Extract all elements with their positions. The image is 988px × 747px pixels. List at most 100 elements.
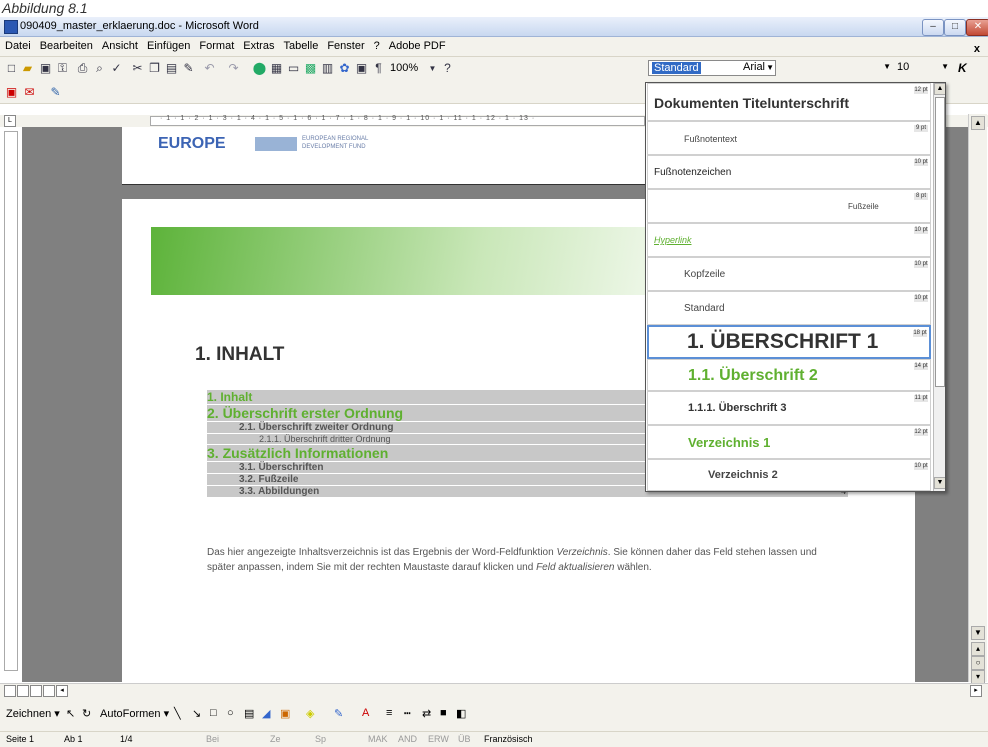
menu-einfuegen[interactable]: Einfügen: [142, 37, 194, 52]
line-icon[interactable]: ╲: [174, 707, 181, 720]
style-option[interactable]: 1.1. Überschrift 2 14 pt: [647, 359, 931, 391]
tab-selector-icon[interactable]: L: [4, 115, 16, 127]
spelling-icon[interactable]: ✓: [109, 61, 124, 76]
zoom-value[interactable]: 100%: [390, 62, 418, 74]
rectangle-icon[interactable]: □: [210, 707, 217, 719]
print-icon[interactable]: ⎙: [75, 61, 90, 76]
cut-icon[interactable]: ✂: [130, 61, 145, 76]
style-option[interactable]: Standard 10 pt: [647, 291, 931, 325]
style-option[interactable]: 1.1.1. Überschrift 3 11 pt: [647, 391, 931, 425]
textbox-icon[interactable]: ▤: [244, 707, 254, 720]
line-style-icon[interactable]: ≡: [386, 707, 392, 719]
undo-icon[interactable]: ↶: [202, 61, 217, 76]
draw-menu-button[interactable]: Zeichnen ▾: [6, 707, 60, 720]
permission-icon[interactable]: ⚿: [55, 61, 70, 76]
menu-extras[interactable]: Extras: [238, 37, 278, 52]
document-map-icon[interactable]: ▣: [354, 61, 369, 76]
style-option[interactable]: Verzeichnis 1 12 pt: [647, 425, 931, 459]
3d-icon[interactable]: ◧: [456, 707, 466, 720]
style-list-scrollbar[interactable]: ▲ ▼: [933, 83, 945, 491]
show-formatting-icon[interactable]: ¶: [371, 61, 386, 76]
format-painter-icon[interactable]: ✎: [181, 61, 196, 76]
outline-view-icon[interactable]: [43, 685, 55, 697]
normal-view-icon[interactable]: [4, 685, 16, 697]
save-icon[interactable]: ▣: [38, 61, 53, 76]
italic-button[interactable]: K: [958, 61, 967, 75]
dash-style-icon[interactable]: ┅: [404, 707, 411, 720]
insert-excel-icon[interactable]: ▩: [303, 61, 318, 76]
scroll-up-icon[interactable]: ▲: [971, 116, 985, 130]
style-option[interactable]: Fußnotentext 9 pt: [647, 121, 931, 155]
line-color-icon[interactable]: ✎: [334, 707, 343, 720]
style-option[interactable]: Hyperlink 10 pt: [647, 223, 931, 257]
font-color-icon[interactable]: A: [362, 707, 369, 719]
scroll-thumb[interactable]: [935, 97, 945, 387]
font-size-combo[interactable]: 10 ▼: [894, 60, 950, 76]
vertical-ruler[interactable]: [4, 131, 18, 671]
copy-icon[interactable]: ❐: [147, 61, 162, 76]
status-overtype[interactable]: ÜB: [458, 734, 471, 744]
style-option[interactable]: Dokumenten Titelunterschrift 12 pt: [647, 83, 931, 121]
menu-ansicht[interactable]: Ansicht: [97, 37, 142, 52]
pdf-email-icon[interactable]: ✉: [22, 85, 37, 100]
scroll-right-icon[interactable]: ▸: [970, 685, 982, 697]
wordart-icon[interactable]: ◢: [262, 707, 270, 720]
table-icon[interactable]: ▦: [269, 61, 284, 76]
style-option[interactable]: Verzeichnis 2 10 pt: [647, 459, 931, 491]
print-layout-view-icon[interactable]: [30, 685, 42, 697]
browse-object-icon[interactable]: ○: [971, 656, 985, 670]
menu-fenster[interactable]: Fenster: [322, 37, 368, 52]
scroll-up-icon[interactable]: ▲: [934, 83, 945, 95]
status-track-changes[interactable]: AND: [398, 734, 417, 744]
open-folder-icon[interactable]: ▰: [20, 61, 35, 76]
rotate-icon[interactable]: ↻: [82, 707, 91, 720]
paste-icon[interactable]: ▤: [164, 61, 179, 76]
new-document-icon[interactable]: □: [4, 61, 19, 76]
columns-icon[interactable]: ▥: [320, 61, 335, 76]
menu-format[interactable]: Format: [194, 37, 238, 52]
web-layout-view-icon[interactable]: [17, 685, 29, 697]
close-document-button[interactable]: x: [969, 40, 984, 55]
body-paragraph[interactable]: Das hier angezeigte Inhaltsverzeichnis i…: [207, 545, 827, 575]
next-page-icon[interactable]: ▾: [971, 670, 985, 684]
horizontal-scrollbar[interactable]: ◂ ▸: [0, 683, 988, 698]
status-macro[interactable]: MAK: [368, 734, 388, 744]
arrow-icon[interactable]: ↘: [192, 707, 201, 720]
insert-table-icon[interactable]: ▭: [286, 61, 301, 76]
font-combo[interactable]: Arial ▼: [740, 60, 892, 76]
arrow-style-icon[interactable]: ⇄: [422, 707, 431, 720]
redo-icon[interactable]: ↷: [226, 61, 241, 76]
style-option[interactable]: Fußzeile 8 pt: [647, 189, 931, 223]
fill-color-icon[interactable]: ◈: [306, 707, 314, 720]
minimize-button[interactable]: –: [922, 19, 944, 36]
clipart-icon[interactable]: ▣: [280, 707, 290, 720]
help-icon[interactable]: ?: [440, 61, 455, 76]
oval-icon[interactable]: ○: [227, 707, 234, 719]
previous-page-icon[interactable]: ▴: [971, 642, 985, 656]
drawing-icon[interactable]: ✿: [337, 61, 352, 76]
menu-help[interactable]: ?: [369, 37, 384, 52]
scroll-down-icon[interactable]: ▼: [971, 626, 985, 640]
review-icon[interactable]: ✎: [48, 85, 63, 100]
close-button[interactable]: ✕: [966, 19, 988, 36]
autoshapes-menu-button[interactable]: AutoFormen ▾: [100, 707, 169, 720]
status-extend[interactable]: ERW: [428, 734, 449, 744]
menu-datei[interactable]: Datei: [0, 37, 35, 52]
style-option[interactable]: Kopfzeile 10 pt: [647, 257, 931, 291]
style-option-selected[interactable]: 1. ÜBERSCHRIFT 1 18 pt: [647, 325, 931, 359]
style-option[interactable]: Fußnotenzeichen 10 pt: [647, 155, 931, 189]
menu-adobe-pdf[interactable]: Adobe PDF: [384, 37, 450, 52]
maximize-button[interactable]: □: [944, 19, 966, 36]
select-objects-icon[interactable]: ↖: [66, 707, 75, 720]
hyperlink-icon[interactable]: ⬤: [252, 61, 267, 76]
menu-tabelle[interactable]: Tabelle: [278, 37, 322, 52]
vertical-scrollbar[interactable]: ▲ ▼ ▴ ○ ▾: [968, 114, 987, 684]
convert-pdf-icon[interactable]: ▣: [4, 85, 19, 100]
zoom-dropdown-icon[interactable]: ▼: [425, 61, 440, 76]
shadow-icon[interactable]: ■: [440, 707, 447, 719]
menu-bearbeiten[interactable]: Bearbeiten: [35, 37, 97, 52]
style-dropdown-list[interactable]: Dokumenten Titelunterschrift 12 pt Fußno…: [645, 82, 946, 492]
toc-heading[interactable]: 1. INHALT: [195, 344, 284, 366]
print-preview-icon[interactable]: ⌕: [92, 61, 107, 76]
scroll-down-icon[interactable]: ▼: [934, 477, 945, 489]
